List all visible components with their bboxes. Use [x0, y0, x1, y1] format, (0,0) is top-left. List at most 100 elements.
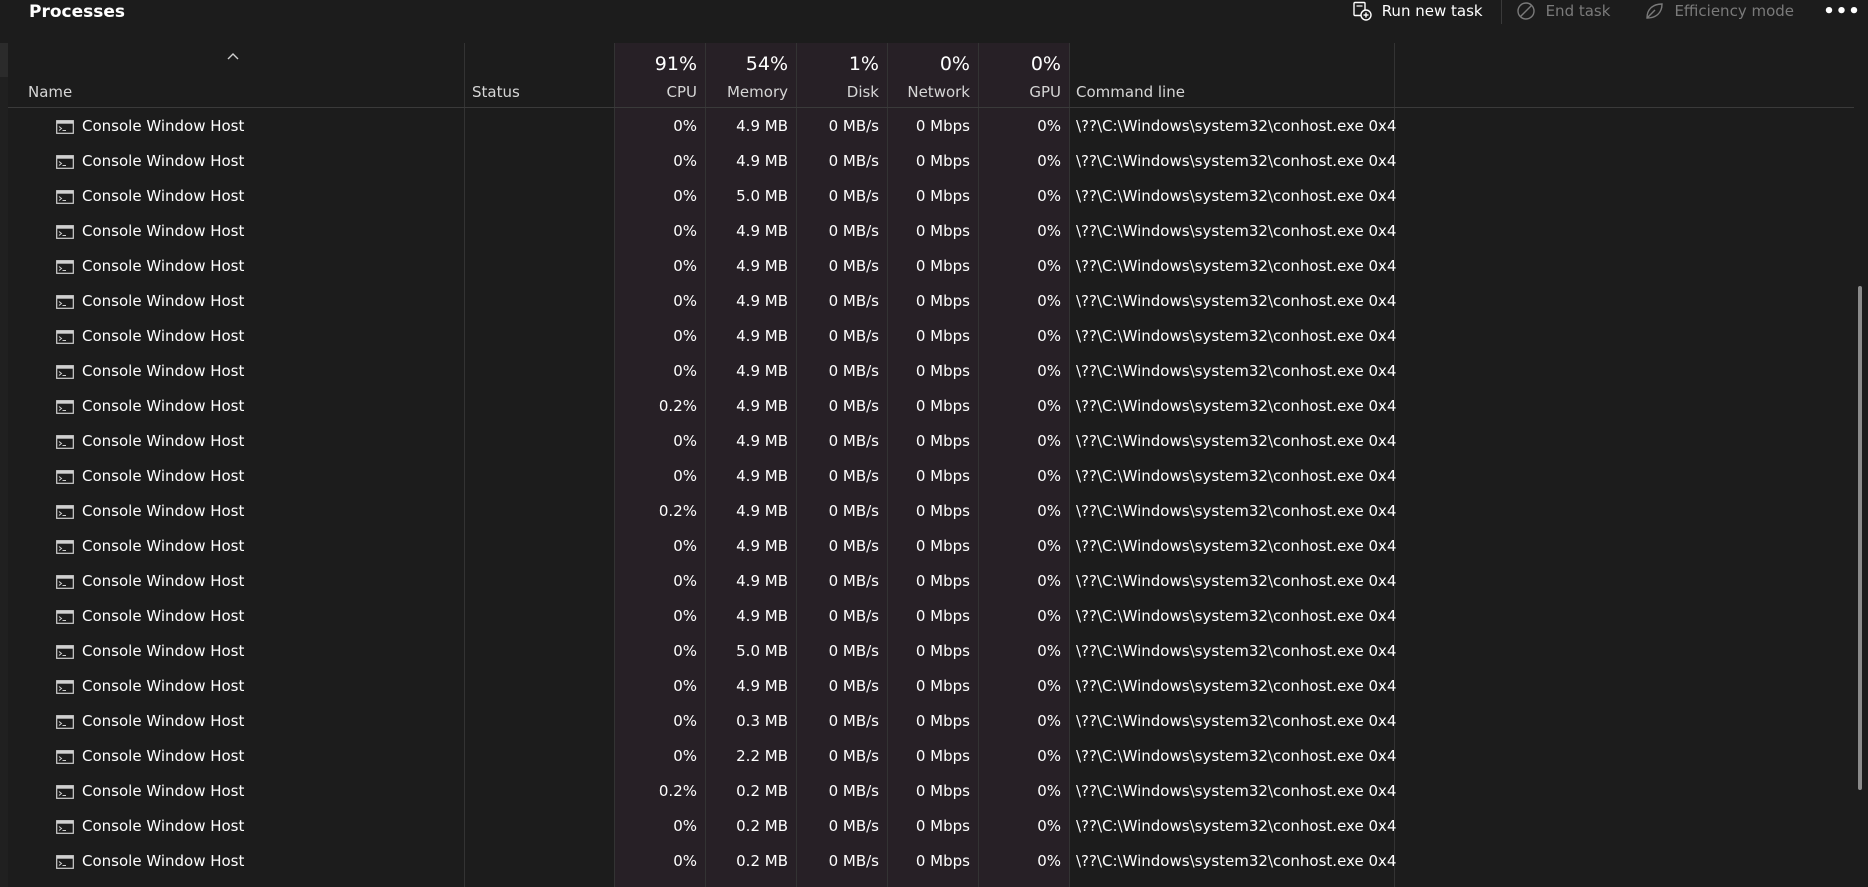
table-row[interactable]: Console Window Host 0.2% 4.9 MB 0 MB/s 0 Mbp…	[8, 389, 1860, 424]
process-gpu: 0%	[1037, 187, 1061, 205]
leaf-icon	[1644, 1, 1664, 21]
process-memory: 4.9 MB	[736, 292, 788, 310]
process-name: Console Window Host	[82, 362, 245, 380]
table-row[interactable]: Console Window Host 0% 4.9 MB 0 MB/s 0 Mbps 0…	[8, 109, 1860, 144]
console-window-icon	[56, 504, 74, 519]
process-gpu: 0%	[1037, 852, 1061, 870]
column-header-name[interactable]: Name	[8, 43, 464, 107]
process-network: 0 Mbps	[915, 817, 970, 835]
table-row[interactable]: Console Window Host 0% 4.9 MB 0 MB/s 0 Mbps 0…	[8, 144, 1860, 179]
more-options-button[interactable]: •••	[1816, 0, 1868, 22]
column-header-network-label: Network	[907, 83, 970, 101]
process-cpu: 0%	[673, 642, 697, 660]
process-network: 0 Mbps	[915, 257, 970, 275]
process-memory: 0.2 MB	[736, 852, 788, 870]
process-name: Console Window Host	[82, 537, 245, 555]
console-window-icon	[56, 469, 74, 484]
table-row[interactable]: Console Window Host 0% 4.9 MB 0 MB/s 0 Mbps 0…	[8, 249, 1860, 284]
gpu-usage-total: 0%	[1030, 53, 1061, 75]
process-network: 0 Mbps	[915, 187, 970, 205]
process-cpu: 0.2%	[658, 502, 697, 520]
table-row[interactable]: Console Window Host 0.2% 4.9 MB 0 MB/s 0 Mbp…	[8, 494, 1860, 529]
process-name: Console Window Host	[82, 642, 245, 660]
process-table: Name Status 91% CPU 54% Memory 1% Disk 0…	[8, 43, 1860, 887]
console-window-icon	[56, 609, 74, 624]
process-gpu: 0%	[1037, 817, 1061, 835]
process-gpu: 0%	[1037, 432, 1061, 450]
table-row[interactable]: Console Window Host 0% 4.9 MB 0 MB/s 0 Mbps 0…	[8, 459, 1860, 494]
table-row[interactable]: Console Window Host 0% 2.2 MB 0 MB/s 0 Mbps 0…	[8, 739, 1860, 774]
column-header-status[interactable]: Status	[464, 43, 614, 107]
column-header-name-label: Name	[28, 83, 73, 101]
process-gpu: 0%	[1037, 222, 1061, 240]
column-header-network[interactable]: 0% Network	[887, 43, 978, 107]
process-command-line: \??\C:\Windows\system32\conhost.exe 0x4	[1076, 502, 1397, 520]
process-command-line: \??\C:\Windows\system32\conhost.exe 0x4	[1076, 642, 1397, 660]
table-row[interactable]: Console Window Host 0% 4.9 MB 0 MB/s 0 Mbps 0…	[8, 424, 1860, 459]
process-gpu: 0%	[1037, 467, 1061, 485]
column-header-disk[interactable]: 1% Disk	[796, 43, 887, 107]
table-row[interactable]: Console Window Host 0% 4.9 MB 0 MB/s 0 Mbps 0…	[8, 319, 1860, 354]
process-network: 0 Mbps	[915, 362, 970, 380]
process-disk: 0 MB/s	[828, 187, 879, 205]
console-window-icon	[56, 119, 74, 134]
table-row[interactable]: Console Window Host 0% 0.3 MB 0 MB/s 0 Mbps 0…	[8, 704, 1860, 739]
table-row[interactable]: Console Window Host 0% 0.2 MB 0 MB/s 0 Mbps 0…	[8, 809, 1860, 844]
process-memory: 4.9 MB	[736, 397, 788, 415]
process-command-line: \??\C:\Windows\system32\conhost.exe 0x4	[1076, 257, 1397, 275]
process-cpu: 0%	[673, 327, 697, 345]
process-network: 0 Mbps	[915, 747, 970, 765]
process-name: Console Window Host	[82, 817, 245, 835]
process-network: 0 Mbps	[915, 467, 970, 485]
table-row[interactable]: Console Window Host 0% 4.9 MB 0 MB/s 0 Mbps 0…	[8, 354, 1860, 389]
process-disk: 0 MB/s	[828, 852, 879, 870]
process-cpu: 0.2%	[658, 782, 697, 800]
process-name: Console Window Host	[82, 782, 245, 800]
table-row[interactable]: Console Window Host 0% 0.2 MB 0 MB/s 0 Mbps 0…	[8, 844, 1860, 879]
process-memory: 5.0 MB	[736, 187, 788, 205]
table-header: Name Status 91% CPU 54% Memory 1% Disk 0…	[8, 43, 1860, 108]
process-list: Console Window Host 0% 4.9 MB 0 MB/s 0 Mbps 0…	[8, 109, 1860, 879]
process-disk: 0 MB/s	[828, 572, 879, 590]
scrollbar-thumb[interactable]	[1858, 286, 1862, 790]
process-network: 0 Mbps	[915, 712, 970, 730]
process-disk: 0 MB/s	[828, 747, 879, 765]
process-gpu: 0%	[1037, 397, 1061, 415]
table-row[interactable]: Console Window Host 0% 5.0 MB 0 MB/s 0 Mbps 0…	[8, 634, 1860, 669]
table-row[interactable]: Console Window Host 0% 5.0 MB 0 MB/s 0 Mbps 0…	[8, 179, 1860, 214]
table-row[interactable]: Console Window Host 0% 4.9 MB 0 MB/s 0 Mbps 0…	[8, 564, 1860, 599]
process-network: 0 Mbps	[915, 677, 970, 695]
console-window-icon	[56, 364, 74, 379]
process-memory: 4.9 MB	[736, 257, 788, 275]
column-header-cpu[interactable]: 91% CPU	[614, 43, 705, 107]
process-cpu: 0%	[673, 257, 697, 275]
table-row[interactable]: Console Window Host 0% 4.9 MB 0 MB/s 0 Mbps 0…	[8, 284, 1860, 319]
network-usage-total: 0%	[939, 53, 970, 75]
efficiency-mode-button[interactable]: Efficiency mode	[1644, 0, 1794, 22]
process-gpu: 0%	[1037, 747, 1061, 765]
process-gpu: 0%	[1037, 327, 1061, 345]
toolbar: Run new task End task Efficiency mode ••…	[1352, 0, 1868, 24]
table-row[interactable]: Console Window Host 0% 4.9 MB 0 MB/s 0 Mbps 0…	[8, 599, 1860, 634]
table-row[interactable]: Console Window Host 0% 4.9 MB 0 MB/s 0 Mbps 0…	[8, 214, 1860, 249]
process-gpu: 0%	[1037, 362, 1061, 380]
column-header-gpu[interactable]: 0% GPU	[978, 43, 1069, 107]
process-disk: 0 MB/s	[828, 432, 879, 450]
process-gpu: 0%	[1037, 642, 1061, 660]
process-disk: 0 MB/s	[828, 782, 879, 800]
column-header-command-line[interactable]: Command line	[1069, 43, 1394, 107]
process-name: Console Window Host	[82, 607, 245, 625]
console-window-icon	[56, 679, 74, 694]
table-row[interactable]: Console Window Host 0% 4.9 MB 0 MB/s 0 Mbps 0…	[8, 529, 1860, 564]
process-gpu: 0%	[1037, 782, 1061, 800]
table-row[interactable]: Console Window Host 0.2% 0.2 MB 0 MB/s 0 Mbp…	[8, 774, 1860, 809]
console-window-icon	[56, 539, 74, 554]
console-window-icon	[56, 574, 74, 589]
vertical-scrollbar[interactable]	[1854, 43, 1868, 887]
run-new-task-button[interactable]: Run new task	[1352, 0, 1483, 22]
process-memory: 5.0 MB	[736, 642, 788, 660]
process-disk: 0 MB/s	[828, 222, 879, 240]
column-header-memory[interactable]: 54% Memory	[705, 43, 796, 107]
end-task-button[interactable]: End task	[1516, 0, 1610, 22]
table-row[interactable]: Console Window Host 0% 4.9 MB 0 MB/s 0 Mbps 0…	[8, 669, 1860, 704]
